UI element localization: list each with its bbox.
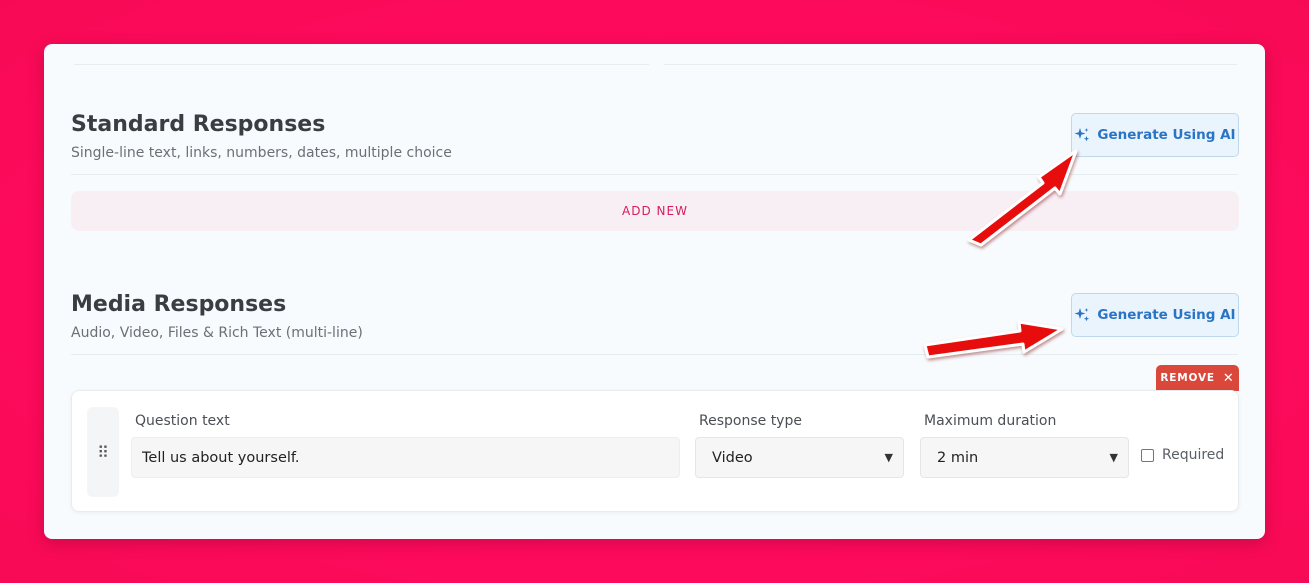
question-text-input[interactable] bbox=[131, 437, 680, 478]
generate-ai-label: Generate Using AI bbox=[1097, 127, 1236, 143]
response-type-select[interactable]: Video ▼ bbox=[695, 437, 904, 478]
add-new-button[interactable]: ADD NEW bbox=[71, 191, 1239, 231]
standard-divider bbox=[71, 174, 1238, 175]
standard-responses-subtitle: Single-line text, links, numbers, dates,… bbox=[71, 145, 452, 161]
response-type-label: Response type bbox=[699, 413, 802, 429]
generate-ai-button-media[interactable]: Generate Using AI bbox=[1071, 293, 1239, 337]
max-duration-value: 2 min bbox=[937, 449, 979, 466]
required-label: Required bbox=[1162, 447, 1225, 463]
chevron-down-icon: ▼ bbox=[884, 451, 893, 464]
question-text-label: Question text bbox=[135, 413, 230, 429]
sparkle-icon bbox=[1074, 128, 1090, 142]
remove-label: REMOVE bbox=[1160, 372, 1215, 384]
media-responses-title: Media Responses bbox=[71, 292, 287, 317]
close-icon: ✕ bbox=[1222, 370, 1235, 386]
remove-button[interactable]: REMOVE ✕ bbox=[1156, 365, 1239, 391]
standard-responses-title: Standard Responses bbox=[71, 112, 326, 137]
question-card: ⠿ Question text Response type Video ▼ Ma… bbox=[71, 390, 1239, 512]
response-type-value: Video bbox=[712, 449, 753, 466]
form-card: Standard Responses Single-line text, lin… bbox=[44, 44, 1265, 539]
generate-ai-button-standard[interactable]: Generate Using AI bbox=[1071, 113, 1239, 157]
chevron-down-icon: ▼ bbox=[1109, 451, 1118, 464]
top-divider-left bbox=[74, 64, 649, 65]
top-divider-right bbox=[664, 64, 1237, 65]
max-duration-label: Maximum duration bbox=[924, 413, 1057, 429]
generate-ai-label: Generate Using AI bbox=[1097, 307, 1236, 323]
required-toggle[interactable]: Required bbox=[1141, 447, 1224, 463]
media-divider bbox=[71, 354, 1238, 355]
sparkle-icon bbox=[1074, 308, 1090, 322]
drag-handle-icon[interactable]: ⠿ bbox=[87, 407, 119, 497]
required-checkbox[interactable] bbox=[1141, 448, 1154, 462]
max-duration-select[interactable]: 2 min ▼ bbox=[920, 437, 1129, 478]
media-responses-subtitle: Audio, Video, Files & Rich Text (multi-l… bbox=[71, 325, 363, 341]
